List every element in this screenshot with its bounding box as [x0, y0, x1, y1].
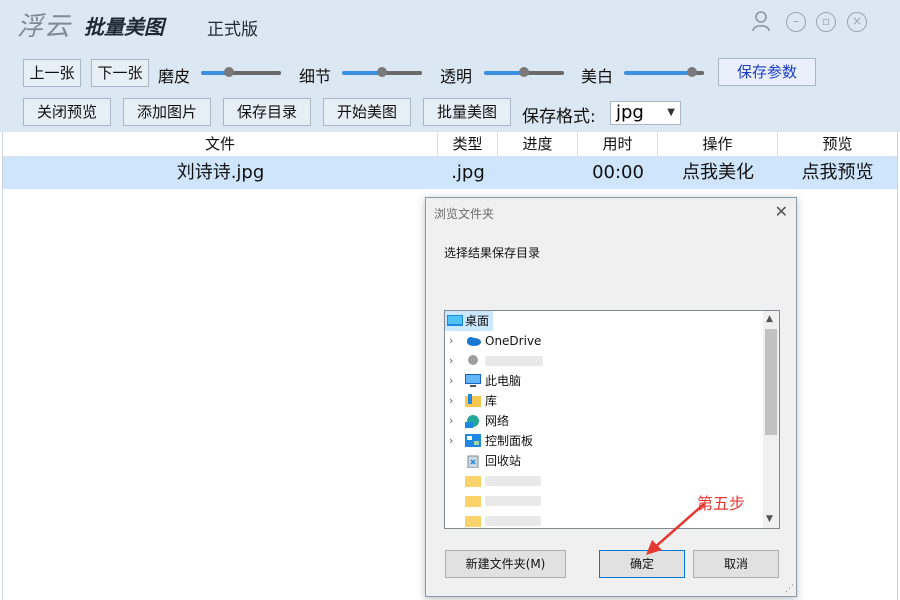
minimize-button[interactable]: – — [786, 12, 806, 32]
slider-label-whiten: 美白 — [581, 67, 614, 86]
slider-label-smooth: 磨皮 — [158, 67, 191, 86]
maximize-button[interactable]: ▫ — [816, 12, 836, 32]
folder-icon — [465, 516, 481, 527]
detail-slider[interactable] — [342, 67, 422, 77]
slider-label-opacity: 透明 — [440, 67, 473, 86]
control-panel-icon — [465, 434, 481, 447]
slider-label-detail: 细节 — [299, 67, 332, 86]
tree-item-library[interactable]: › 库 — [445, 391, 745, 411]
cell-file: 刘诗诗.jpg — [176, 162, 265, 183]
save-dir-button[interactable]: 保存目录 — [223, 98, 311, 126]
network-icon — [465, 415, 479, 428]
next-image-button[interactable]: 下一张 — [91, 59, 149, 87]
cell-type: .jpg — [451, 162, 485, 183]
preview-link[interactable]: 点我预览 — [778, 157, 897, 189]
chevron-right-icon[interactable]: › — [449, 391, 453, 411]
cloud-icon — [467, 337, 481, 346]
scroll-up-icon[interactable]: ▲ — [766, 314, 773, 324]
library-icon — [465, 394, 481, 407]
tree-item-control-panel[interactable]: › 控制面板 — [445, 431, 745, 451]
dialog-title: 浏览文件夹 — [434, 207, 495, 221]
col-header-action[interactable]: 操作 — [658, 132, 778, 156]
add-image-button[interactable]: 添加图片 — [123, 98, 211, 126]
user-folder-icon — [468, 355, 478, 365]
user-icon[interactable] — [751, 10, 771, 32]
tree-item-this-pc[interactable]: › 此电脑 — [445, 371, 745, 391]
close-button[interactable]: × — [847, 12, 867, 32]
slider-knob[interactable] — [687, 67, 697, 77]
title-bar: 浮云 批量美图 正式版 – ▫ × — [0, 0, 900, 50]
batch-button[interactable]: 批量美图 — [423, 98, 511, 126]
col-header-preview[interactable]: 预览 — [778, 132, 897, 156]
folder-icon — [465, 476, 481, 487]
start-button[interactable]: 开始美图 — [323, 98, 411, 126]
cell-progress — [498, 157, 578, 189]
cell-time: 00:00 — [592, 162, 644, 183]
tree-item-user[interactable]: › — [445, 351, 745, 371]
format-value: jpg — [616, 102, 644, 123]
prev-image-button[interactable]: 上一张 — [23, 59, 81, 87]
tree-item-folder[interactable] — [445, 471, 745, 491]
col-header-progress[interactable]: 进度 — [498, 132, 578, 156]
col-header-time[interactable]: 用时 — [578, 132, 658, 156]
slider-knob[interactable] — [224, 67, 234, 77]
tree-item-network[interactable]: › 网络 — [445, 411, 745, 431]
app-window: 浮云 批量美图 正式版 – ▫ × 上一张 下一张 磨皮 细节 透明 美白 保存… — [0, 0, 900, 600]
redacted-name — [485, 476, 541, 486]
toolbar: 上一张 下一张 磨皮 细节 透明 美白 保存参数 关闭预览 添加图片 保存目录 … — [0, 50, 900, 132]
whiten-slider[interactable] — [624, 67, 704, 77]
chevron-right-icon[interactable]: › — [449, 371, 453, 391]
chevron-right-icon[interactable]: › — [449, 431, 453, 451]
browse-folder-dialog: 浏览文件夹 ✕ 选择结果保存目录 桌面 › OneDrive › › 此电脑 ›… — [425, 197, 797, 597]
folder-icon — [465, 496, 481, 507]
app-logo: 浮云 — [17, 12, 72, 42]
save-params-button[interactable]: 保存参数 — [718, 58, 816, 86]
resize-grip-icon[interactable]: ⋰ — [785, 584, 794, 594]
chevron-down-icon: ▼ — [667, 107, 675, 118]
table-header: 文件 类型 进度 用时 操作 预览 — [3, 132, 897, 157]
close-preview-button[interactable]: 关闭预览 — [23, 98, 111, 126]
dialog-instruction: 选择结果保存目录 — [444, 246, 541, 260]
recycle-bin-icon — [467, 455, 479, 468]
desktop-icon — [447, 315, 463, 326]
scroll-thumb[interactable] — [765, 329, 777, 435]
app-title: 批量美图 — [84, 15, 164, 39]
beautify-link[interactable]: 点我美化 — [658, 157, 778, 189]
tree-scrollbar[interactable]: ▲ ▼ — [763, 311, 779, 528]
format-label: 保存格式: — [522, 107, 596, 127]
redacted-name — [485, 516, 541, 526]
col-header-type[interactable]: 类型 — [438, 132, 498, 156]
redacted-name — [485, 496, 541, 506]
chevron-right-icon[interactable]: › — [449, 351, 453, 371]
chevron-right-icon[interactable]: › — [449, 411, 453, 431]
computer-icon — [465, 374, 481, 387]
smooth-slider[interactable] — [201, 67, 281, 77]
tree-item-onedrive[interactable]: › OneDrive — [445, 331, 745, 351]
slider-knob[interactable] — [377, 67, 387, 77]
tree-item-desktop[interactable]: 桌面 — [445, 311, 493, 331]
redacted-name — [485, 356, 543, 366]
dialog-close-icon[interactable]: ✕ — [775, 202, 788, 221]
new-folder-button[interactable]: 新建文件夹(M) — [445, 550, 566, 578]
chevron-right-icon[interactable]: › — [449, 331, 453, 351]
opacity-slider[interactable] — [484, 67, 564, 77]
arrow-icon — [646, 503, 705, 555]
scroll-down-icon[interactable]: ▼ — [766, 514, 773, 524]
tree-item-recycle-bin[interactable]: 回收站 — [445, 451, 745, 471]
edition-label: 正式版 — [207, 20, 258, 40]
slider-knob[interactable] — [519, 67, 529, 77]
table-row[interactable]: 刘诗诗.jpg .jpg 00:00 点我美化 点我预览 — [3, 157, 897, 189]
col-header-file[interactable]: 文件 — [3, 132, 438, 156]
format-select[interactable]: jpg ▼ — [610, 101, 681, 125]
